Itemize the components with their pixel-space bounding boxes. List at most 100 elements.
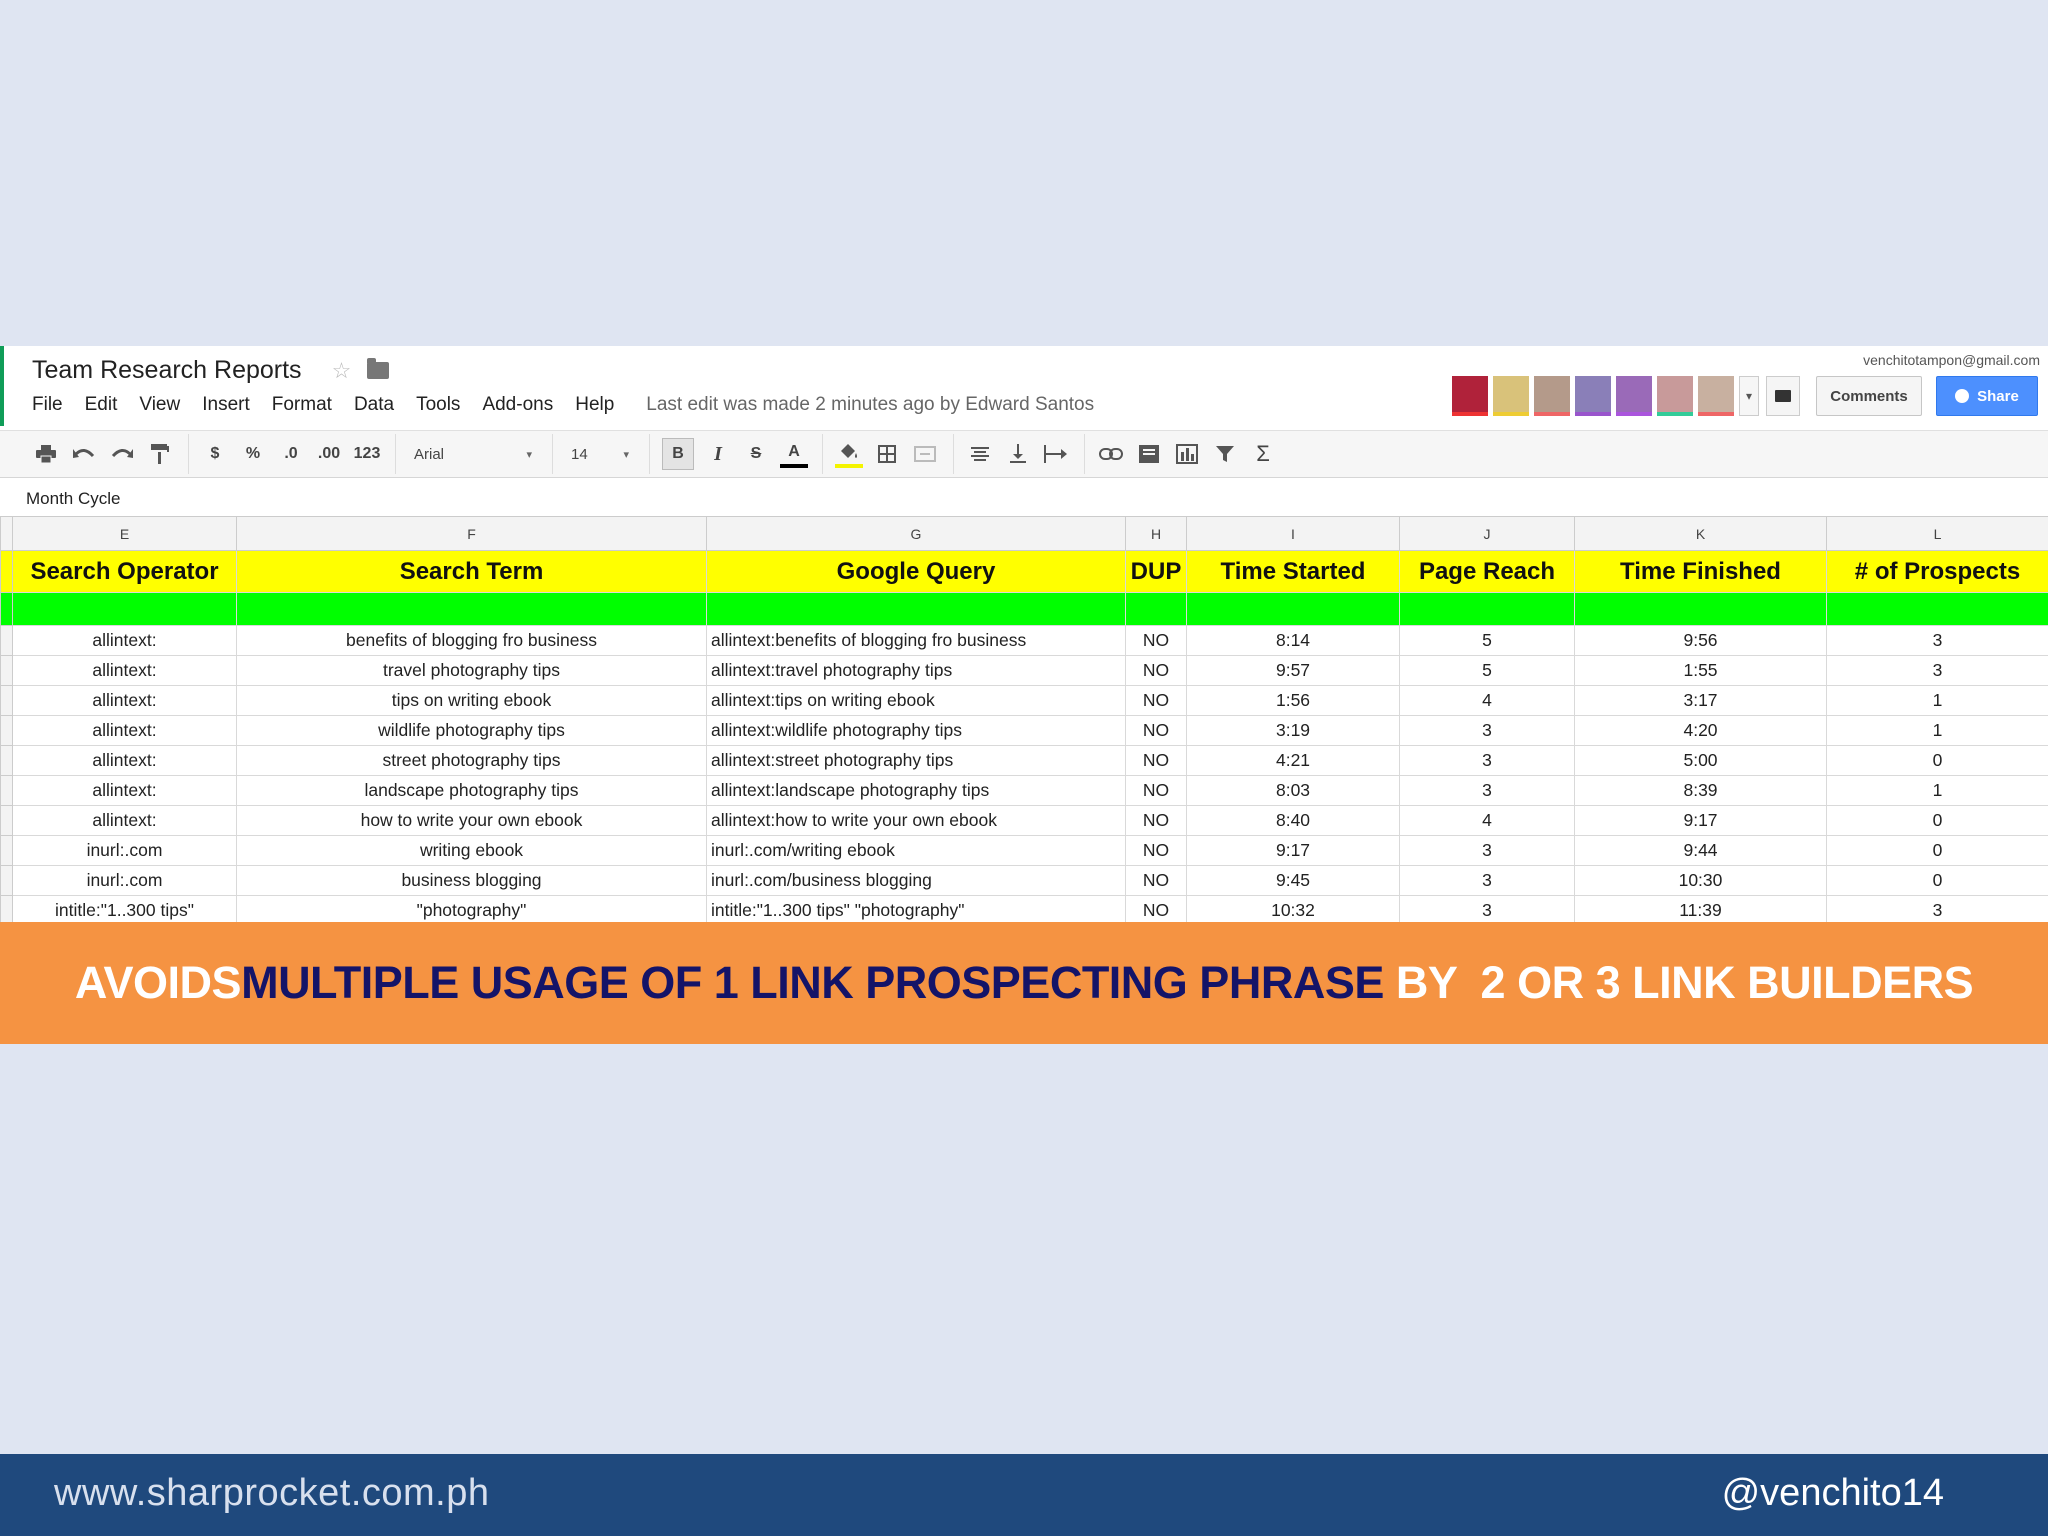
header-cell[interactable]: Search Operator — [12, 550, 237, 593]
cell[interactable]: allintext: — [12, 745, 237, 776]
cell[interactable]: NO — [1125, 685, 1187, 716]
cell[interactable]: 0 — [1826, 805, 2048, 836]
number-format-button[interactable]: 123 — [353, 438, 381, 470]
cell[interactable]: 8:14 — [1186, 625, 1400, 656]
menu-view[interactable]: View — [139, 394, 180, 416]
text-wrapping-icon[interactable] — [1042, 438, 1070, 470]
cell[interactable]: 8:40 — [1186, 805, 1400, 836]
column-header[interactable]: E — [12, 516, 237, 551]
cell[interactable]: 3 — [1826, 895, 2048, 923]
fill-color-icon[interactable] — [835, 440, 863, 468]
header-cell[interactable]: Time Finished — [1574, 550, 1827, 593]
column-header[interactable]: J — [1399, 516, 1575, 551]
avatar[interactable] — [1616, 376, 1652, 416]
header-cell[interactable]: DUP — [1125, 550, 1187, 593]
column-header[interactable]: K — [1574, 516, 1827, 551]
cell[interactable]: 9:17 — [1574, 805, 1827, 836]
menu-file[interactable]: File — [32, 394, 63, 416]
row-header[interactable] — [0, 745, 13, 776]
folder-icon[interactable] — [367, 358, 390, 379]
cell[interactable]: allintext:tips on writing ebook — [706, 685, 1126, 716]
italic-button[interactable]: I — [704, 438, 732, 470]
cell[interactable]: intitle:"1..300 tips" "photography" — [706, 895, 1126, 923]
functions-button[interactable]: Σ — [1249, 438, 1277, 470]
header-cell[interactable]: Page Reach — [1399, 550, 1575, 593]
cell[interactable]: 3 — [1399, 865, 1575, 896]
filter-icon[interactable] — [1211, 438, 1239, 470]
cell[interactable]: intitle:"1..300 tips" — [12, 895, 237, 923]
strikethrough-button[interactable]: S — [742, 438, 770, 470]
increase-decimals-button[interactable]: .00 — [315, 438, 343, 470]
cell[interactable]: benefits of blogging fro business — [236, 625, 707, 656]
cell[interactable]: allintext: — [12, 685, 237, 716]
cell[interactable] — [1574, 592, 1827, 626]
cell[interactable]: 9:17 — [1186, 835, 1400, 866]
cell[interactable]: wildlife photography tips — [236, 715, 707, 746]
menu-help[interactable]: Help — [575, 394, 614, 416]
cell[interactable]: NO — [1125, 895, 1187, 923]
cell[interactable]: how to write your own ebook — [236, 805, 707, 836]
text-color-button[interactable]: A — [780, 440, 808, 468]
cell[interactable]: allintext: — [12, 715, 237, 746]
avatar[interactable] — [1657, 376, 1693, 416]
cell[interactable]: 1 — [1826, 685, 2048, 716]
cell[interactable]: 3 — [1399, 745, 1575, 776]
cell[interactable]: business blogging — [236, 865, 707, 896]
menu-tools[interactable]: Tools — [416, 394, 460, 416]
header-cell[interactable]: Search Term — [236, 550, 707, 593]
cell[interactable]: allintext:benefits of blogging fro busin… — [706, 625, 1126, 656]
cell[interactable]: NO — [1125, 805, 1187, 836]
chevron-down-icon[interactable]: ▾ — [1739, 376, 1759, 416]
bold-button[interactable]: B — [662, 438, 694, 470]
font-family-select[interactable]: Arial ▾ — [408, 438, 538, 470]
insert-chart-icon[interactable] — [1173, 438, 1201, 470]
cell[interactable]: 4 — [1399, 805, 1575, 836]
website-url[interactable]: www.sharprocket.com.ph — [54, 1472, 490, 1515]
star-icon[interactable]: ☆ — [332, 358, 352, 384]
avatar[interactable] — [1575, 376, 1611, 416]
vertical-align-icon[interactable] — [1004, 438, 1032, 470]
row-header[interactable] — [0, 592, 13, 626]
cell[interactable] — [706, 592, 1126, 626]
cell[interactable]: 0 — [1826, 745, 2048, 776]
currency-format-button[interactable]: $ — [201, 438, 229, 470]
decrease-decimals-button[interactable]: .0 — [277, 438, 305, 470]
menu-edit[interactable]: Edit — [85, 394, 118, 416]
font-size-select[interactable]: 14 ▾ — [565, 438, 635, 470]
last-edit-link[interactable]: Last edit was made 2 minutes ago by Edwa… — [646, 394, 1094, 416]
paint-format-icon[interactable] — [146, 438, 174, 470]
row-header[interactable] — [0, 655, 13, 686]
cell[interactable]: 1:56 — [1186, 685, 1400, 716]
cell[interactable]: 10:30 — [1574, 865, 1827, 896]
menu-addons[interactable]: Add-ons — [482, 394, 553, 416]
cell[interactable]: allintext: — [12, 625, 237, 656]
cell[interactable]: 3 — [1399, 775, 1575, 806]
cell[interactable] — [1125, 592, 1187, 626]
cell[interactable] — [1826, 592, 2048, 626]
cell[interactable]: inurl:.com — [12, 865, 237, 896]
cell[interactable]: 3 — [1826, 625, 2048, 656]
cell[interactable]: 9:56 — [1574, 625, 1827, 656]
cell[interactable]: NO — [1125, 775, 1187, 806]
cell[interactable]: allintext:landscape photography tips — [706, 775, 1126, 806]
cell[interactable]: 3:17 — [1574, 685, 1827, 716]
cell[interactable]: 9:57 — [1186, 655, 1400, 686]
cell[interactable]: 1:55 — [1574, 655, 1827, 686]
print-icon[interactable] — [32, 438, 60, 470]
cell[interactable]: 1 — [1826, 715, 2048, 746]
avatar[interactable] — [1534, 376, 1570, 416]
avatar[interactable] — [1493, 376, 1529, 416]
cell[interactable]: 3 — [1826, 655, 2048, 686]
cell[interactable]: 1 — [1826, 775, 2048, 806]
column-header[interactable]: L — [1826, 516, 2048, 551]
cell[interactable]: NO — [1125, 655, 1187, 686]
row-header[interactable] — [0, 805, 13, 836]
column-header[interactable]: I — [1186, 516, 1400, 551]
undo-icon[interactable] — [70, 438, 98, 470]
document-title[interactable]: Team Research Reports — [32, 356, 302, 385]
row-header[interactable] — [0, 550, 13, 593]
row-header[interactable] — [0, 775, 13, 806]
cell[interactable]: NO — [1125, 865, 1187, 896]
redo-icon[interactable] — [108, 438, 136, 470]
row-header[interactable] — [0, 865, 13, 896]
